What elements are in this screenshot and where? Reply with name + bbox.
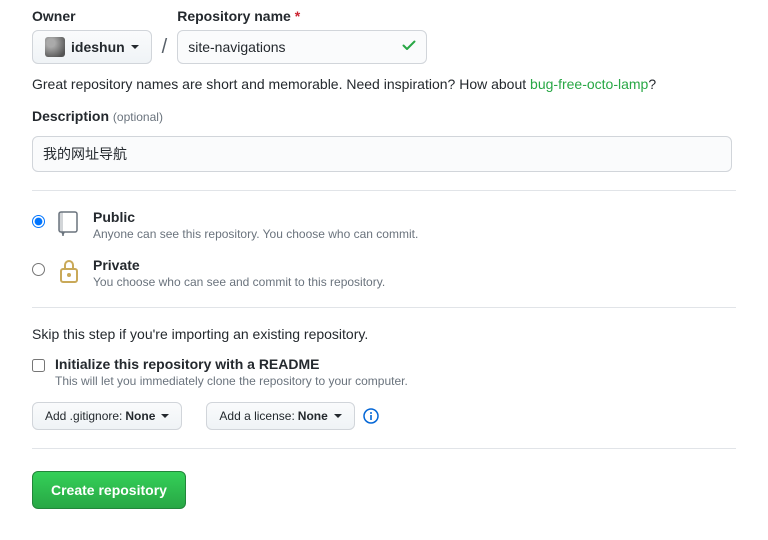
check-icon — [401, 38, 417, 57]
repo-name-label: Repository name * — [177, 8, 427, 24]
owner-dropdown[interactable]: ideshun — [32, 30, 152, 64]
repo-icon — [55, 209, 83, 237]
avatar — [45, 37, 65, 57]
owner-label: Owner — [32, 8, 152, 24]
license-dropdown[interactable]: Add a license:None — [206, 402, 354, 430]
owner-value: ideshun — [71, 39, 125, 55]
public-title: Public — [93, 209, 418, 225]
private-subtitle: You choose who can see and commit to thi… — [93, 275, 385, 289]
chevron-down-icon — [334, 414, 342, 418]
chevron-down-icon — [131, 45, 139, 49]
owner-field: Owner ideshun — [32, 8, 152, 64]
info-icon[interactable] — [363, 408, 379, 424]
visibility-public-row[interactable]: Public Anyone can see this repository. Y… — [32, 209, 736, 241]
init-readme-subtitle: This will let you immediately clone the … — [55, 374, 408, 388]
description-field: Description (optional) — [32, 108, 736, 172]
public-subtitle: Anyone can see this repository. You choo… — [93, 227, 418, 241]
lock-icon — [55, 257, 83, 285]
slash-separator: / — [152, 30, 178, 64]
description-input[interactable] — [32, 136, 732, 172]
private-radio[interactable] — [32, 263, 45, 276]
visibility-private-row[interactable]: Private You choose who can see and commi… — [32, 257, 736, 289]
required-indicator: * — [295, 8, 300, 24]
divider — [32, 190, 736, 191]
init-readme-checkbox[interactable] — [32, 359, 45, 372]
suggestion-link[interactable]: bug-free-octo-lamp — [530, 76, 648, 92]
repo-name-input[interactable] — [177, 30, 427, 64]
private-title: Private — [93, 257, 385, 273]
create-repository-button[interactable]: Create repository — [32, 471, 186, 509]
optional-indicator: (optional) — [113, 110, 163, 124]
init-readme-title: Initialize this repository with a README — [55, 356, 408, 372]
divider — [32, 307, 736, 308]
public-radio[interactable] — [32, 215, 45, 228]
divider — [32, 448, 736, 449]
description-label: Description (optional) — [32, 108, 736, 124]
repo-name-field: Repository name * — [177, 8, 427, 64]
name-hint: Great repository names are short and mem… — [32, 76, 736, 92]
init-readme-row[interactable]: Initialize this repository with a README… — [32, 356, 736, 388]
skip-hint: Skip this step if you're importing an ex… — [32, 326, 736, 342]
gitignore-dropdown[interactable]: Add .gitignore:None — [32, 402, 182, 430]
chevron-down-icon — [161, 414, 169, 418]
